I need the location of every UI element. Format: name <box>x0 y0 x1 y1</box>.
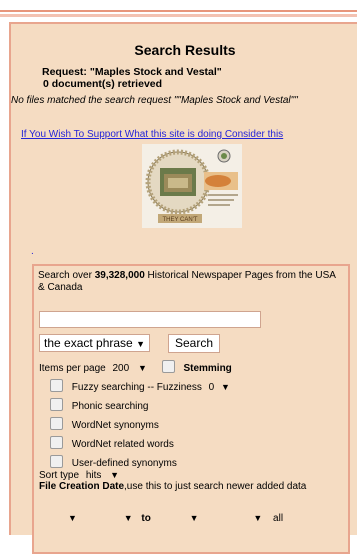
fuzzy-row: Fuzzy searching -- Fuzziness 0 ▼ <box>50 379 230 394</box>
search-panel: Search over 39,328,000 Historical Newspa… <box>32 264 350 554</box>
support-logo-image[interactable]: THEY CAN'T <box>142 144 242 228</box>
page-count: 39,328,000 <box>94 270 145 281</box>
wordnet-synonyms-checkbox[interactable] <box>50 417 63 430</box>
wordnet-related-row: WordNet related words <box>50 436 174 451</box>
chevron-down-icon: ▼ <box>220 382 230 392</box>
search-button[interactable]: Search <box>168 334 221 353</box>
to-year-dropdown-icon[interactable]: ▼ <box>253 513 262 523</box>
sort-type-select[interactable]: hits ▼ <box>86 470 119 481</box>
phonic-row: Phonic searching <box>50 398 149 413</box>
sort-type-value: hits <box>85 470 102 481</box>
wordnet-synonyms-label: WordNet synonyms <box>71 420 159 431</box>
wordnet-related-checkbox[interactable] <box>50 436 63 449</box>
search-input[interactable] <box>39 311 261 328</box>
items-per-page-value: 200 <box>112 363 130 374</box>
to-month-dropdown-icon[interactable]: ▼ <box>190 513 199 523</box>
stemming-checkbox[interactable] <box>161 360 175 373</box>
items-per-page-select[interactable]: 200 ▼ <box>113 363 150 374</box>
phonic-checkbox[interactable] <box>50 398 63 411</box>
fuzzy-checkbox[interactable] <box>50 379 63 392</box>
request-line: Request: "Maples Stock and Vestal" <box>42 66 222 78</box>
support-link-part2[interactable]: doing Consider this <box>198 129 284 140</box>
search-intro: Search over 39,328,000 Historical Newspa… <box>38 270 338 294</box>
phonic-label: Phonic searching <box>71 401 149 412</box>
fuzziness-select[interactable]: 0 ▼ <box>209 382 230 393</box>
sort-type-label: Sort type <box>39 470 80 481</box>
support-link[interactable]: If You Wish To Support What this site is… <box>21 129 283 140</box>
match-mode-select[interactable]: the exact phrase ▼ <box>39 334 150 352</box>
date-range-row: ▼ ▼ to ▼ ▼ all <box>68 512 283 525</box>
user-synonyms-checkbox[interactable] <box>50 455 63 468</box>
intro-pre: Search over <box>38 270 92 281</box>
top-band <box>0 0 357 12</box>
match-mode-value: the exact phrase <box>44 336 133 350</box>
from-year-dropdown-icon[interactable]: ▼ <box>124 513 133 523</box>
from-month-dropdown-icon[interactable]: ▼ <box>68 513 77 523</box>
user-synonyms-label: User-defined synonyms <box>71 458 177 469</box>
chevron-down-icon: ▼ <box>110 470 120 480</box>
wordnet-synonyms-row: WordNet synonyms <box>50 417 159 432</box>
stemming-label: Stemming <box>183 363 232 374</box>
chevron-down-icon: ▼ <box>136 339 145 349</box>
file-date-row: File Creation Date,use this to just sear… <box>39 481 339 493</box>
chevron-down-icon: ▼ <box>137 363 147 373</box>
file-date-label: File Creation Date <box>39 481 125 492</box>
logo-text: THEY CAN'T <box>162 217 197 223</box>
fuzziness-value: 0 <box>208 382 215 393</box>
results-frame: Search Results Request: "Maples Stock an… <box>9 22 357 554</box>
retrieved-line: 0 document(s) retrieved <box>43 78 163 90</box>
user-synonyms-row: User-defined synonyms <box>50 455 177 470</box>
request-summary: Request: "Maples Stock and Vestal" 0 doc… <box>42 66 222 90</box>
all-label: all <box>273 513 284 524</box>
items-per-page-row: Items per page 200 ▼ Stemming <box>39 360 232 375</box>
support-link-part1[interactable]: If You Wish To Support What this site is <box>21 129 195 140</box>
file-date-note: ,use this to just search newer added dat… <box>124 481 307 492</box>
items-per-page-label: Items per page <box>39 363 106 374</box>
separator-dot: . <box>31 246 34 257</box>
fuzzy-label: Fuzzy searching -- Fuzziness <box>71 382 202 393</box>
top-band-accent <box>0 14 357 17</box>
to-label: to <box>141 513 151 524</box>
no-match-message: No files matched the search request ""Ma… <box>11 95 298 106</box>
wordnet-related-label: WordNet related words <box>71 439 174 450</box>
page-title: Search Results <box>134 42 236 58</box>
